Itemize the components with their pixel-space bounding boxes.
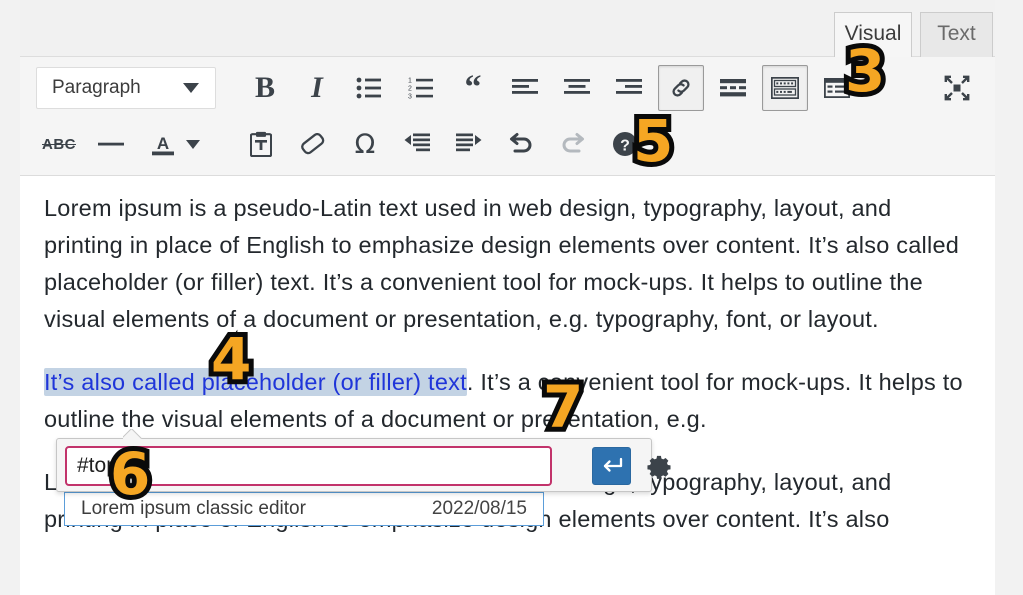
insert-link-button[interactable] — [658, 65, 704, 111]
special-character-button[interactable]: Ω — [342, 121, 388, 167]
chevron-down-icon — [183, 83, 199, 93]
blockquote-icon: “ — [465, 71, 482, 105]
annotation-badge-6-label: 6 — [110, 445, 150, 503]
format-select[interactable]: Paragraph — [36, 67, 216, 109]
svg-text:2: 2 — [408, 86, 412, 93]
indent-button[interactable] — [446, 121, 492, 167]
undo-icon — [507, 132, 535, 156]
align-left-button[interactable] — [502, 65, 548, 111]
annotation-badge-5-label: 5 — [633, 112, 673, 170]
chevron-down-icon — [186, 140, 200, 149]
outdent-button[interactable] — [394, 121, 440, 167]
paste-as-text-icon — [250, 131, 272, 157]
text-color-icon: A — [149, 130, 177, 158]
omega-icon: Ω — [355, 129, 376, 160]
suggestion-date: 2022/08/15 — [432, 498, 527, 520]
numbered-list-icon: 1 2 3 — [408, 77, 434, 99]
annotation-badge-3-label: 3 — [845, 42, 885, 100]
selected-link-text[interactable]: It’s also called placeholder (or filler)… — [44, 368, 467, 396]
numbered-list-button[interactable]: 1 2 3 — [398, 65, 444, 111]
bold-button[interactable]: B — [242, 65, 288, 111]
gear-icon — [646, 453, 672, 479]
strikethrough-icon: ABC — [42, 136, 76, 153]
editor-content-area[interactable]: Lorem ipsum is a pseudo-Latin text used … — [20, 176, 995, 595]
svg-text:?: ? — [620, 138, 630, 155]
align-right-icon — [616, 78, 642, 98]
align-right-button[interactable] — [606, 65, 652, 111]
read-more-icon — [720, 78, 746, 98]
italic-button[interactable]: I — [294, 65, 340, 111]
italic-icon: I — [311, 71, 323, 105]
svg-text:3: 3 — [408, 94, 412, 100]
redo-icon — [559, 132, 587, 156]
blockquote-button[interactable]: “ — [450, 65, 496, 111]
align-left-icon — [512, 78, 538, 98]
link-apply-button[interactable] — [592, 447, 631, 485]
tab-text[interactable]: Text — [920, 12, 993, 57]
strikethrough-button[interactable]: ABC — [36, 121, 82, 167]
paragraph-2: It’s also called placeholder (or filler)… — [44, 364, 967, 438]
link-options-button[interactable] — [640, 447, 678, 485]
outdent-icon — [404, 133, 430, 155]
horizontal-line-icon — [98, 141, 124, 147]
toolbar-row-2: ABC A — [20, 115, 995, 173]
undo-button[interactable] — [498, 121, 544, 167]
clear-formatting-button[interactable] — [290, 121, 336, 167]
redo-button[interactable] — [550, 121, 596, 167]
bulleted-list-button[interactable] — [346, 65, 392, 111]
enter-arrow-icon — [601, 457, 623, 475]
paste-as-text-button[interactable] — [238, 121, 284, 167]
text-color-caret-button[interactable] — [178, 121, 208, 167]
annotation-badge-4-label: 4 — [211, 330, 251, 388]
svg-text:1: 1 — [408, 78, 412, 85]
read-more-button[interactable] — [710, 65, 756, 111]
tab-text-label: Text — [937, 22, 976, 46]
link-icon — [668, 75, 694, 101]
bulleted-list-icon — [356, 77, 382, 99]
popup-caret — [123, 429, 143, 439]
fullscreen-button[interactable] — [934, 65, 980, 111]
distraction-free-icon — [944, 75, 970, 101]
horizontal-line-button[interactable] — [88, 121, 134, 167]
align-center-button[interactable] — [554, 65, 600, 111]
bold-icon: B — [255, 71, 275, 105]
paragraph-1: Lorem ipsum is a pseudo-Latin text used … — [44, 190, 967, 338]
format-select-value: Paragraph — [52, 77, 141, 99]
eraser-icon — [300, 133, 326, 155]
annotation-badge-7-label: 7 — [543, 378, 583, 436]
indent-icon — [456, 133, 482, 155]
toolbar-toggle-button[interactable] — [762, 65, 808, 111]
page-background: Visual Text Paragraph B I — [0, 0, 1023, 595]
align-center-icon — [564, 78, 590, 98]
svg-text:A: A — [157, 134, 169, 153]
keyboard-toolbar-icon — [771, 77, 799, 99]
